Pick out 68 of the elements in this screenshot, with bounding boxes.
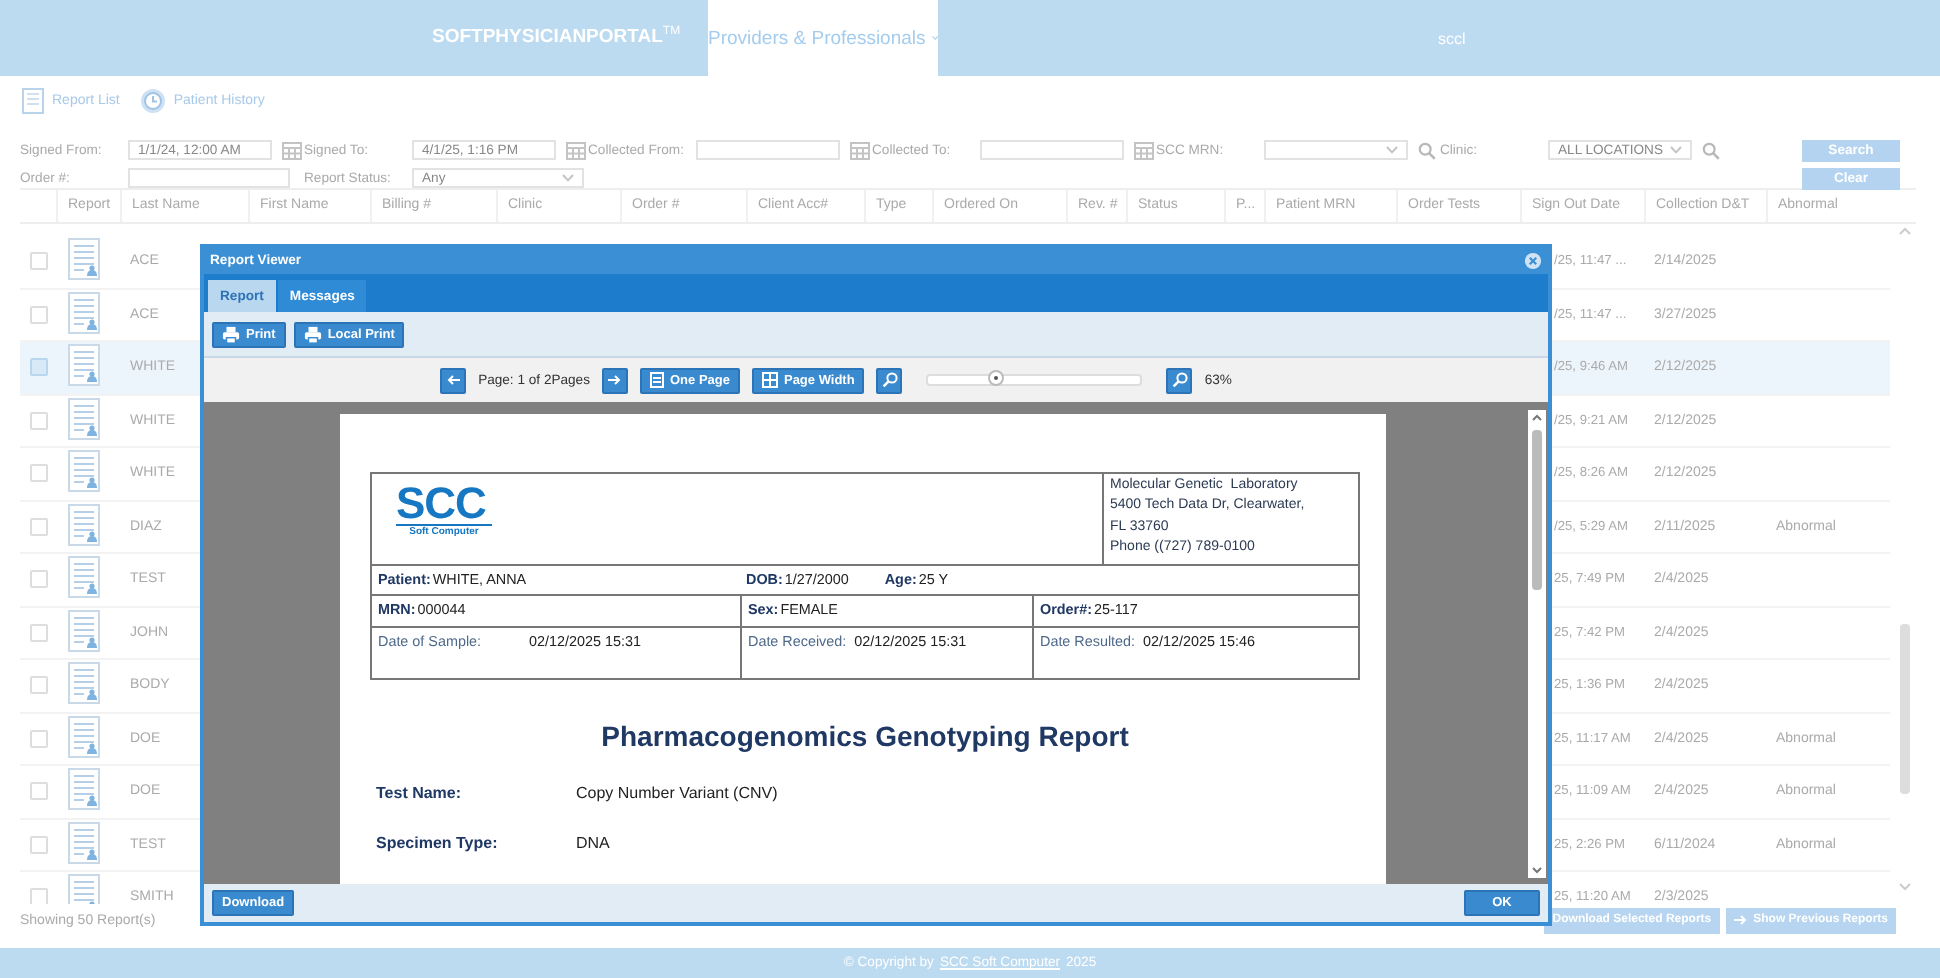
printer-icon — [222, 325, 240, 343]
report-document-icon[interactable] — [66, 397, 102, 440]
scrollbar[interactable] — [1528, 410, 1546, 878]
portal-title: SOFTPHYSICIANPORTAL$^{TM}$ — [432, 26, 683, 50]
report-document-icon[interactable] — [66, 238, 102, 281]
columns-icon — [761, 372, 778, 388]
report-document-icon[interactable] — [66, 503, 102, 546]
page-icon — [650, 372, 664, 388]
row-checkbox[interactable] — [30, 676, 48, 695]
arrow-icon — [1733, 914, 1748, 926]
row-checkbox[interactable] — [30, 835, 48, 854]
next-page-button[interactable] — [602, 367, 628, 393]
report-document-icon[interactable] — [66, 715, 102, 758]
search-icon[interactable] — [1418, 141, 1436, 159]
caret-icon — [562, 174, 574, 182]
caret-icon — [1670, 146, 1682, 154]
row-checkbox[interactable] — [30, 729, 48, 748]
magnifier-icon — [881, 372, 898, 388]
caret-icon — [1386, 146, 1398, 154]
left-arrow-icon — [446, 374, 461, 386]
report-document-icon[interactable] — [66, 609, 102, 652]
slider-thumb[interactable] — [988, 370, 1005, 386]
zoom-slider[interactable] — [926, 374, 1143, 386]
report-title: Pharmacogenomics Genotyping Report — [599, 720, 1131, 752]
row-checkbox[interactable] — [30, 411, 48, 430]
calendar-icon[interactable] — [1134, 141, 1154, 159]
input-field[interactable] — [128, 168, 290, 188]
right-arrow-icon — [608, 374, 622, 386]
dropdown-field[interactable] — [1264, 140, 1408, 160]
report-document-icon[interactable] — [66, 450, 102, 493]
printer-icon — [303, 325, 322, 343]
menu-tab[interactable]: Providers & Professionals — [708, 0, 938, 76]
report-document-icon[interactable] — [66, 662, 102, 705]
field-value: Copy Number Variant (CNV) — [576, 784, 780, 802]
previous-page-button[interactable] — [440, 367, 467, 393]
date-field[interactable] — [696, 140, 840, 160]
company-logo: SCC — [396, 484, 488, 524]
calendar-icon[interactable] — [850, 141, 870, 159]
row-checkbox[interactable] — [30, 623, 48, 642]
row-checkbox[interactable] — [30, 358, 48, 377]
field-label: Test Name: — [376, 784, 464, 802]
search-icon[interactable] — [1702, 141, 1720, 159]
calendar-icon[interactable] — [566, 141, 586, 159]
magnifier-icon — [1171, 372, 1188, 388]
zoom-in-button[interactable] — [1166, 367, 1193, 393]
row-checkbox[interactable] — [30, 570, 48, 589]
field-value: DNA — [576, 834, 612, 852]
row-checkbox[interactable] — [30, 888, 48, 904]
user-name: sccl — [1438, 29, 1466, 47]
row-checkbox[interactable] — [30, 305, 48, 324]
report-document-icon[interactable] — [66, 291, 102, 334]
close-icon[interactable] — [1524, 252, 1542, 270]
calendar-icon[interactable] — [282, 141, 302, 159]
field-label: Specimen Type: — [376, 834, 500, 852]
caret-icon — [931, 34, 938, 42]
row-checkbox[interactable] — [30, 782, 48, 801]
row-checkbox[interactable] — [30, 252, 48, 271]
report-document-icon[interactable] — [66, 344, 102, 387]
report-document-icon[interactable] — [66, 768, 102, 811]
zoom-out-button[interactable] — [876, 367, 903, 393]
row-checkbox[interactable] — [30, 464, 48, 483]
report-document-icon[interactable] — [66, 821, 102, 864]
clock-icon — [139, 87, 166, 113]
row-checkbox[interactable] — [30, 517, 48, 536]
report-document-icon[interactable] — [66, 556, 102, 599]
date-field[interactable] — [980, 140, 1124, 160]
report-document-icon[interactable] — [66, 874, 102, 904]
document-icon — [22, 87, 44, 113]
